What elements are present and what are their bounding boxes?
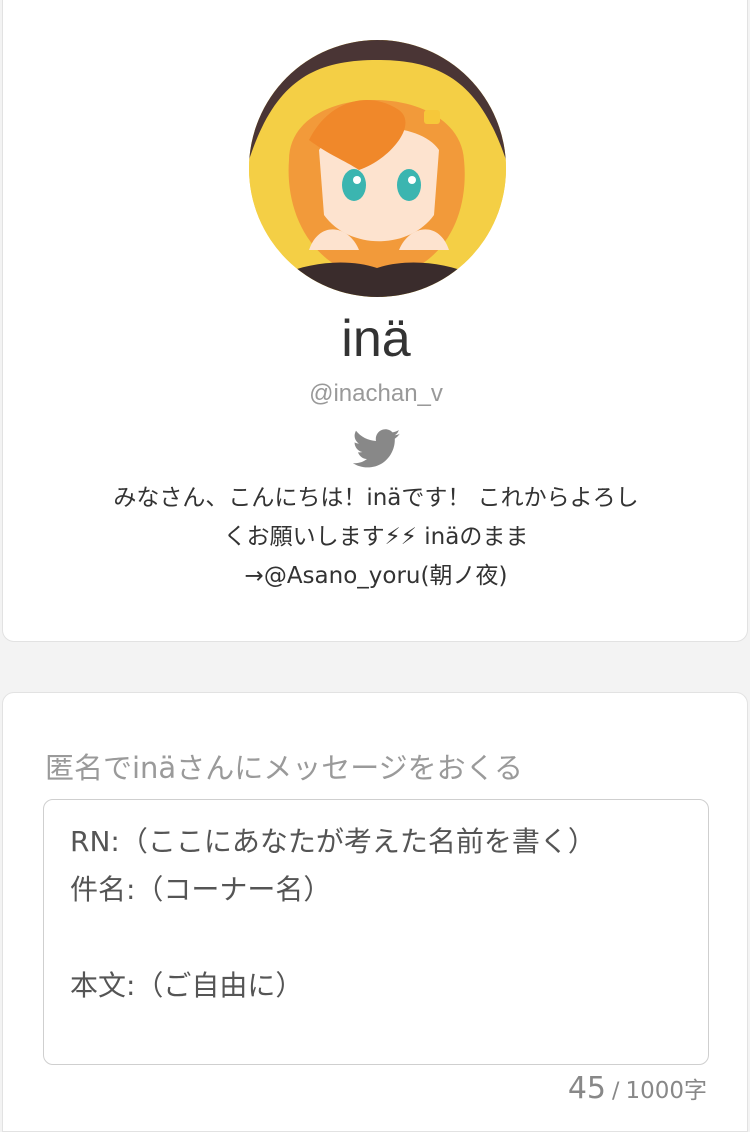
bio-line: →@Asano_yoru(朝ノ夜) [244, 563, 508, 589]
profile-card: inä @inachan_v みなさん、こんにちは！inäです！ これからよろし… [2, 0, 748, 642]
char-counter: 45/1000字 [568, 1071, 707, 1106]
twitter-handle[interactable]: @inachan_v [3, 380, 749, 408]
profile-bio: みなさん、こんにちは！inäです！ これからよろし くお願いします⚡⚡ inäの… [63, 479, 689, 596]
twitter-icon[interactable] [353, 429, 401, 469]
profile-avatar[interactable] [249, 40, 506, 297]
char-limit: 1000字 [625, 1078, 707, 1104]
char-count: 45 [567, 1071, 607, 1106]
display-name: inä [341, 310, 411, 368]
char-counter-separator: / [612, 1079, 620, 1104]
avatar-illustration [249, 40, 506, 297]
bio-line: くお願いします⚡⚡ inäのまま [223, 524, 529, 550]
bio-line: みなさん、こんにちは！inäです！ これからよろし [113, 485, 639, 511]
message-textarea[interactable]: RN:（ここにあなたが考えた名前を書く） 件名:（コーナー名） 本文:（ご自由に… [43, 799, 709, 1065]
message-form-title: 匿名でinäさんにメッセージをおくる [45, 751, 524, 785]
message-card: 匿名でinäさんにメッセージをおくる RN:（ここにあなたが考えた名前を書く） … [2, 692, 748, 1132]
